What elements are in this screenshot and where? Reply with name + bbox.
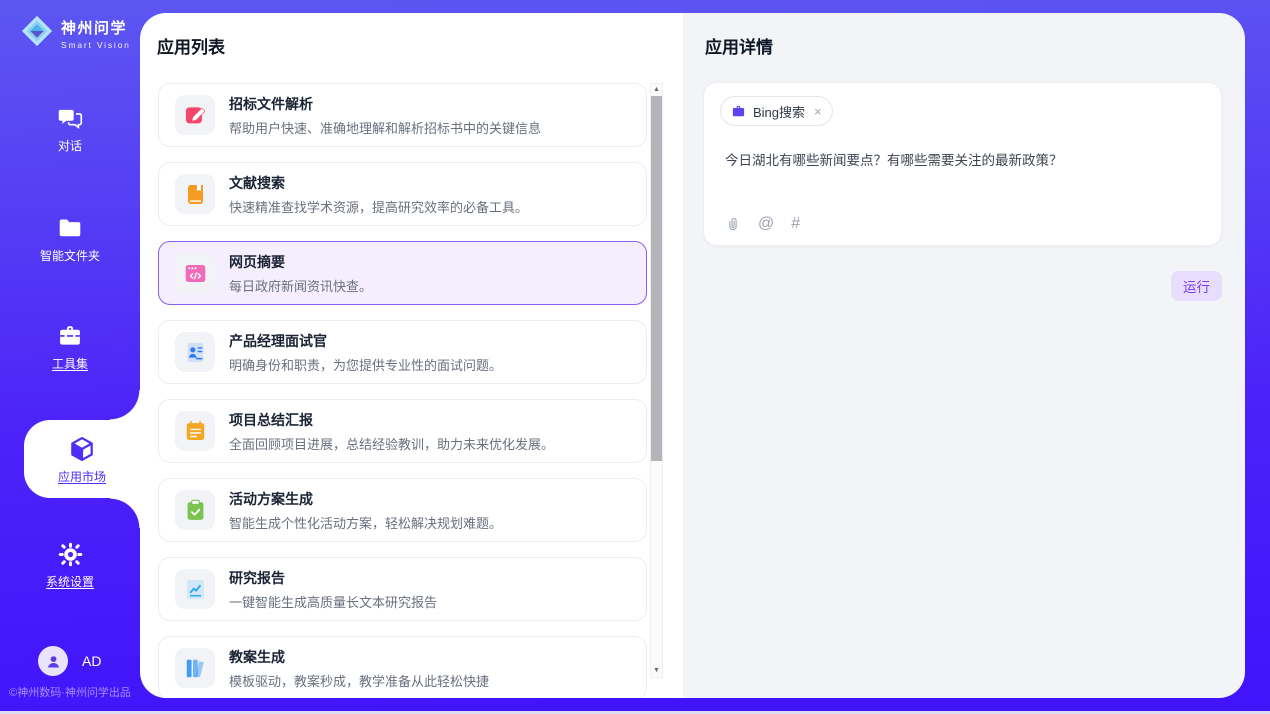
brand-logo: 神州问学 Smart Vision: [20, 14, 131, 53]
scrollbar-thumb[interactable]: [651, 96, 662, 461]
sidebar-item-settings[interactable]: 系统设置: [0, 539, 140, 595]
run-button[interactable]: 运行: [1171, 271, 1222, 301]
app-card-desc: 一键智能生成高质量长文本研究报告: [229, 592, 437, 611]
chat-icon: [57, 103, 83, 133]
sidebar-item-chat[interactable]: 对话: [0, 103, 140, 159]
app-card[interactable]: 研究报告 一键智能生成高质量长文本研究报告: [158, 557, 647, 621]
app-card-desc: 模板驱动，教案秒成，教学准备从此轻松快捷: [229, 671, 489, 690]
scrollbar[interactable]: ▲ ▼: [650, 83, 663, 678]
scroll-down-arrow-icon[interactable]: ▼: [651, 665, 662, 677]
paperclip-icon[interactable]: [725, 216, 741, 232]
report-icon: [183, 577, 208, 602]
note-icon: [183, 419, 208, 444]
app-card-desc: 每日政府新闻资讯快查。: [229, 276, 372, 295]
app-card-title: 活动方案生成: [229, 489, 502, 509]
user-avatar-icon: [38, 646, 68, 676]
sidebar-item-label: 对话: [58, 137, 82, 154]
browser-code-icon: [183, 261, 208, 286]
hash-icon[interactable]: #: [791, 216, 800, 232]
app-card-list: 招标文件解析 帮助用户快速、准确地理解和解析招标书中的关键信息 文献搜索 快速精…: [158, 83, 647, 698]
brand-diamond-icon: [20, 14, 54, 53]
app-card[interactable]: 教案生成 模板驱动，教案秒成，教学准备从此轻松快捷: [158, 636, 647, 698]
sidebar-item-smart-folder[interactable]: 智能文件夹: [0, 213, 140, 269]
app-card-title: 网页摘要: [229, 252, 372, 272]
tool-tag-label: Bing搜索: [753, 102, 805, 121]
books-icon: [183, 656, 208, 681]
brand-subtitle: Smart Vision: [61, 40, 131, 50]
briefcase-icon: [731, 104, 746, 119]
sidebar: 神州问学 Smart Vision 对话 智能文件夹 工具集 应用市场 系统设置…: [0, 0, 140, 711]
scroll-up-arrow-icon[interactable]: ▲: [651, 84, 662, 96]
sidebar-item-toolset[interactable]: 工具集: [0, 321, 140, 377]
app-card-title: 产品经理面试官: [229, 331, 502, 351]
user-row[interactable]: AD: [38, 646, 101, 676]
sidebar-item-label: 应用市场: [58, 468, 106, 485]
book-icon: [183, 182, 208, 207]
app-card-title: 教案生成: [229, 647, 489, 667]
sidebar-item-label: 系统设置: [46, 573, 94, 590]
toolbox-icon: [57, 321, 83, 351]
pen-square-icon: [183, 103, 208, 128]
prompt-card: Bing搜索 × 今日湖北有哪些新闻要点？有哪些需要关注的最新政策？ @#: [703, 82, 1222, 246]
app-card[interactable]: 文献搜索 快速精准查找学术资源，提高研究效率的必备工具。: [158, 162, 647, 226]
app-list-title: 应用列表: [157, 33, 225, 58]
app-detail-panel: 应用详情 Bing搜索 × 今日湖北有哪些新闻要点？有哪些需要关注的最新政策？ …: [683, 13, 1245, 698]
app-card-desc: 快速精准查找学术资源，提高研究效率的必备工具。: [229, 197, 528, 216]
app-card-title: 招标文件解析: [229, 94, 541, 114]
folder-icon: [57, 213, 83, 243]
brand-name: 神州问学: [61, 17, 131, 38]
copyright-footer: ©神州数码·神州问学出品: [0, 684, 140, 700]
app-card[interactable]: 招标文件解析 帮助用户快速、准确地理解和解析招标书中的关键信息: [158, 83, 647, 147]
app-card-title: 研究报告: [229, 568, 437, 588]
app-card-desc: 帮助用户快速、准确地理解和解析招标书中的关键信息: [229, 118, 541, 137]
app-detail-title: 应用详情: [705, 33, 773, 58]
app-card-desc: 明确身份和职责，为您提供专业性的面试问题。: [229, 355, 502, 374]
user-name: AD: [82, 653, 101, 669]
tool-tag-bing-search[interactable]: Bing搜索 ×: [720, 96, 833, 126]
app-list-panel: 应用列表 招标文件解析 帮助用户快速、准确地理解和解析招标书中的关键信息 文献搜…: [140, 13, 683, 698]
app-card[interactable]: 活动方案生成 智能生成个性化活动方案，轻松解决规划难题。: [158, 478, 647, 542]
sidebar-item-app-market[interactable]: 应用市场: [24, 420, 140, 498]
main-content: 应用列表 招标文件解析 帮助用户快速、准确地理解和解析招标书中的关键信息 文献搜…: [140, 13, 1245, 698]
sidebar-item-label: 工具集: [52, 355, 88, 372]
interview-icon: [183, 340, 208, 365]
close-icon[interactable]: ×: [814, 104, 822, 119]
app-card-desc: 全面回顾项目进展，总结经验教训，助力未来优化发展。: [229, 434, 554, 453]
app-card[interactable]: 网页摘要 每日政府新闻资讯快查。: [158, 241, 647, 305]
sidebar-item-label: 智能文件夹: [40, 247, 100, 264]
composer-toolbar: @#: [725, 216, 800, 232]
app-root: 神州问学 Smart Vision 对话 智能文件夹 工具集 应用市场 系统设置…: [0, 0, 1270, 714]
app-card[interactable]: 项目总结汇报 全面回顾项目进展，总结经验教训，助力未来优化发展。: [158, 399, 647, 463]
app-card-title: 项目总结汇报: [229, 410, 554, 430]
clipboard-check-icon: [183, 498, 208, 523]
app-card-desc: 智能生成个性化活动方案，轻松解决规划难题。: [229, 513, 502, 532]
gear-icon: [57, 539, 84, 569]
at-icon[interactable]: @: [758, 216, 774, 232]
cube-icon: [68, 434, 96, 464]
app-card[interactable]: 产品经理面试官 明确身份和职责，为您提供专业性的面试问题。: [158, 320, 647, 384]
app-card-title: 文献搜索: [229, 173, 528, 193]
query-text[interactable]: 今日湖北有哪些新闻要点？有哪些需要关注的最新政策？: [725, 149, 1201, 169]
